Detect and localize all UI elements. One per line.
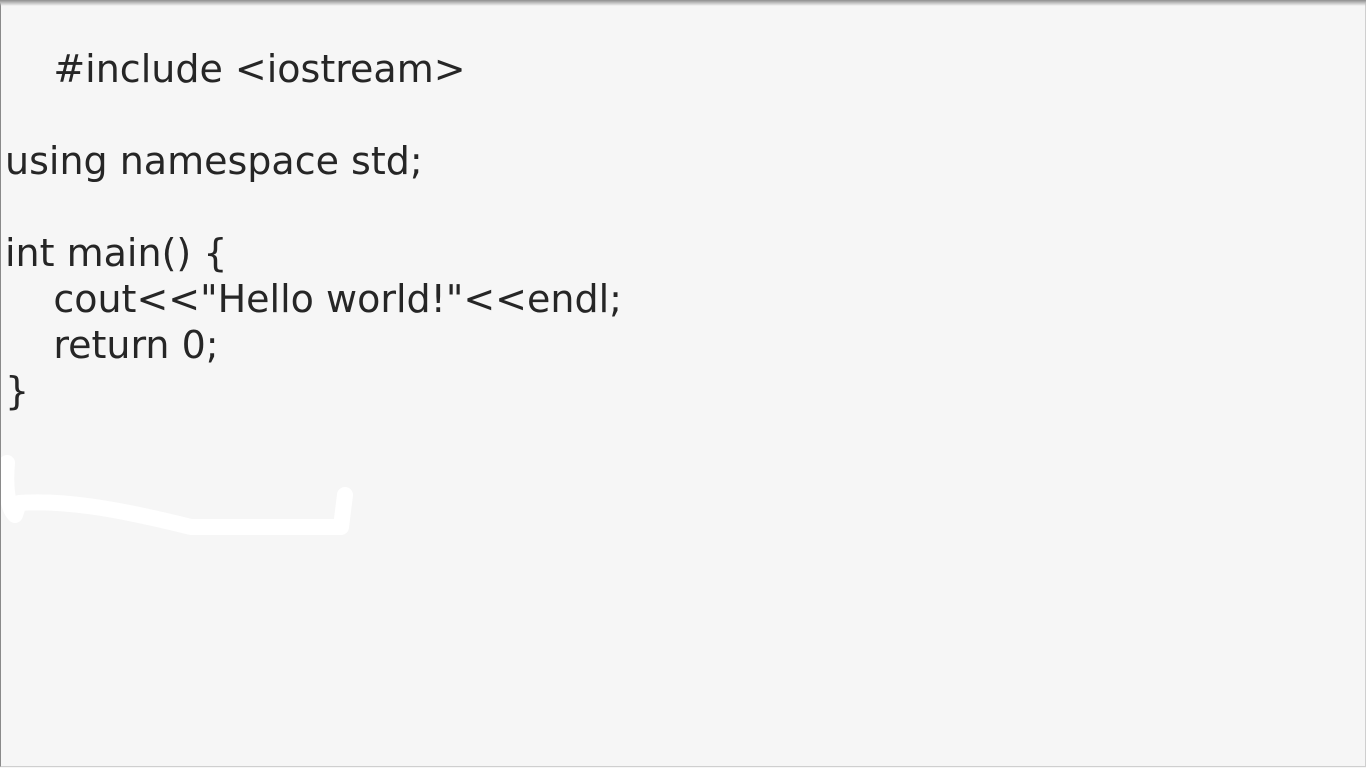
code-line-6[interactable]: cout<<"Hello world!"<<endl; [5,276,622,322]
code-line-1[interactable]: #include <iostream> [5,46,465,92]
white-brush-stroke [1,455,353,535]
code-text-area[interactable]: #include <iostream> using namespace std;… [5,0,1355,760]
code-line-5[interactable]: int main() { [5,230,227,276]
code-line-8[interactable]: } [5,368,29,414]
code-line-3[interactable]: using namespace std; [5,138,423,184]
code-editor-window[interactable]: #include <iostream> using namespace std;… [0,0,1366,767]
window-top-edge [0,0,1366,6]
code-line-7[interactable]: return 0; [5,322,218,368]
